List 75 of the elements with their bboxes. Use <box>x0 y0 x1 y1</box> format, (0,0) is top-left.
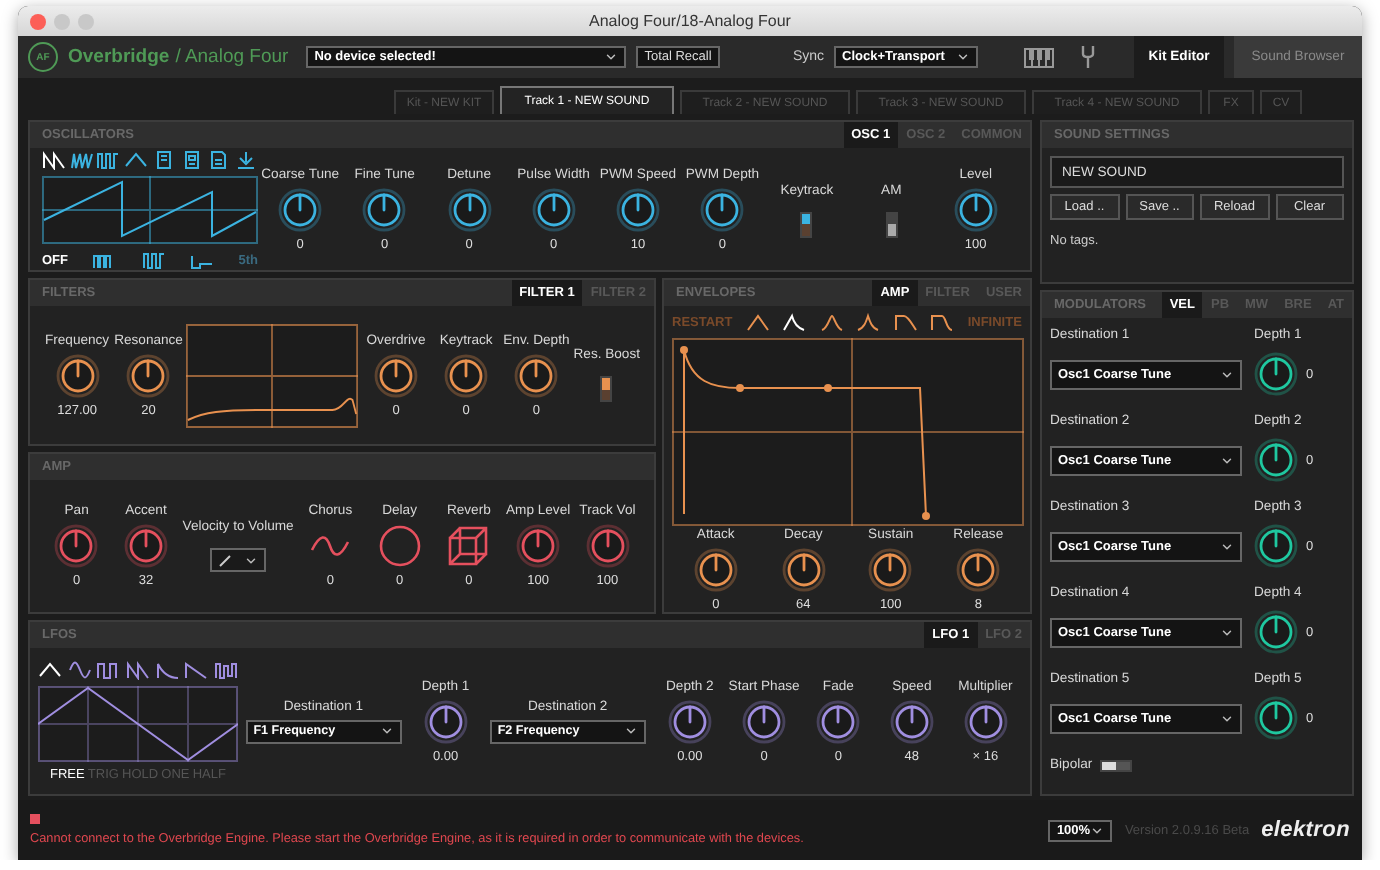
pulse-wave-icon[interactable] <box>141 250 166 270</box>
knob[interactable] <box>1254 696 1298 740</box>
knob[interactable] <box>123 524 168 568</box>
toggle-switch[interactable] <box>1100 759 1133 771</box>
knob[interactable] <box>444 353 489 397</box>
knob[interactable] <box>374 353 418 397</box>
chevron-icon <box>1220 711 1234 725</box>
saw-wave-icon[interactable] <box>125 660 150 680</box>
chevron-icon <box>956 50 970 64</box>
knob[interactable] <box>1254 438 1298 482</box>
knob[interactable] <box>693 547 738 591</box>
chevron-icon <box>1220 453 1234 467</box>
knob[interactable] <box>963 699 1008 743</box>
tuning-fork-icon[interactable] <box>1080 46 1096 68</box>
sine-wave-icon[interactable] <box>67 660 92 680</box>
knob[interactable] <box>816 699 861 743</box>
attack-concave-wave-icon[interactable] <box>856 312 881 332</box>
keyboard-icon[interactable] <box>1024 47 1054 67</box>
brand-name: Overbridge <box>68 46 170 68</box>
window-title: Analog Four/18-Analog Four <box>589 12 791 30</box>
toggle-switch[interactable] <box>800 211 813 237</box>
knob[interactable] <box>362 188 407 232</box>
triangle-wave-icon[interactable] <box>124 150 149 170</box>
toggle-switch[interactable] <box>885 211 898 237</box>
pulse-sweep-wave-icon[interactable] <box>69 150 94 170</box>
elektron-logo: elektron <box>1261 818 1350 842</box>
ramp-wave-icon[interactable] <box>184 660 209 680</box>
chevron-icon <box>623 724 638 738</box>
random-wave-icon[interactable] <box>213 660 238 680</box>
knob[interactable] <box>55 353 100 397</box>
error-indicator-icon <box>30 814 40 824</box>
chevron-icon <box>1220 625 1234 639</box>
knob[interactable] <box>700 188 745 232</box>
knob[interactable] <box>1254 524 1298 568</box>
knob[interactable] <box>54 524 99 568</box>
knob[interactable] <box>615 188 660 232</box>
knob[interactable] <box>531 188 576 232</box>
knob[interactable] <box>278 188 323 232</box>
chevron-icon <box>1090 823 1105 837</box>
knob[interactable] <box>585 524 630 568</box>
knob[interactable] <box>514 353 559 397</box>
gate-decay-wave-icon[interactable] <box>893 312 918 332</box>
knob[interactable] <box>781 547 826 591</box>
curve-select[interactable] <box>210 548 267 572</box>
toggle-switch[interactable] <box>600 376 613 402</box>
knob[interactable] <box>889 699 934 743</box>
knob[interactable] <box>742 699 787 743</box>
knob[interactable] <box>868 547 913 591</box>
attack-soft-wave-icon[interactable] <box>819 312 844 332</box>
knob[interactable] <box>516 524 561 568</box>
knob[interactable] <box>1254 352 1298 396</box>
knob[interactable] <box>953 188 998 232</box>
pulse-short-wave-icon[interactable] <box>189 250 214 270</box>
knob[interactable] <box>667 699 712 743</box>
chevron-icon <box>1220 367 1234 381</box>
linear-curve-icon <box>218 553 233 567</box>
knob[interactable] <box>447 188 492 232</box>
knob[interactable] <box>956 547 1001 591</box>
pulse-stack-wave-icon[interactable] <box>92 250 117 270</box>
chevron-icon <box>244 553 259 567</box>
product-name: / Analog Four <box>175 46 289 68</box>
circle-icon[interactable] <box>377 524 422 568</box>
pulse-wave-icon[interactable] <box>96 150 121 170</box>
square-wave-icon[interactable] <box>96 660 121 680</box>
knob[interactable] <box>1254 610 1298 654</box>
chevron-icon <box>1220 539 1234 553</box>
attack-decay-wave-icon[interactable] <box>745 312 770 332</box>
exp-wave-icon[interactable] <box>155 660 180 680</box>
gate-wave-icon[interactable] <box>930 312 955 332</box>
attack-decay-sharp-wave-icon[interactable] <box>782 312 807 332</box>
cube-icon[interactable] <box>446 524 491 568</box>
knob[interactable] <box>423 699 468 743</box>
chevron-icon <box>604 50 619 64</box>
chevron-icon <box>379 724 394 738</box>
knob[interactable] <box>126 353 171 397</box>
